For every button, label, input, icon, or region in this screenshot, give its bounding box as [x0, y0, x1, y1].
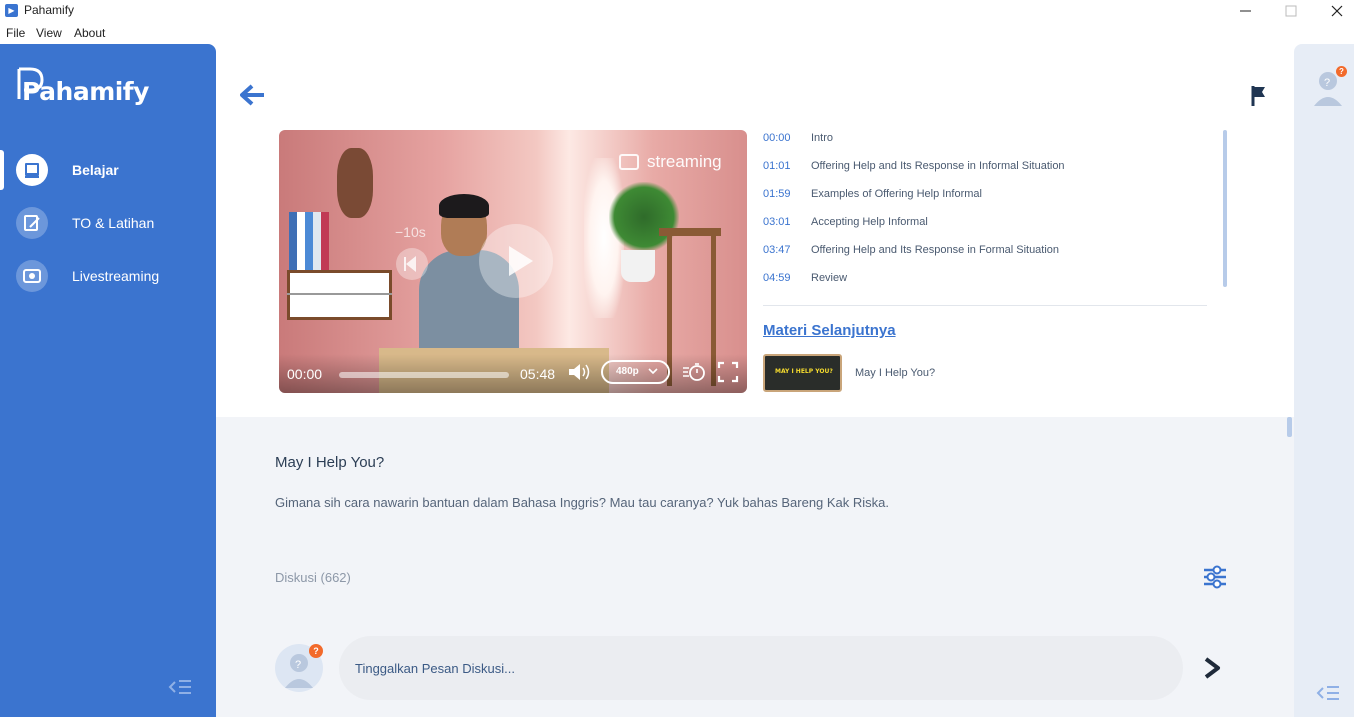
menu-file[interactable]: File	[6, 26, 25, 40]
video-frame	[621, 250, 655, 282]
video-frame	[289, 212, 329, 270]
edit-icon	[16, 207, 48, 239]
minimize-button[interactable]	[1222, 0, 1268, 22]
sidebar: Pahamify Belajar TO & Latihan Livestream…	[0, 44, 216, 717]
chapter-time: 03:01	[763, 216, 791, 228]
chapter-time: 00:00	[763, 132, 791, 144]
next-material-title[interactable]: May I Help You?	[855, 367, 935, 379]
chapter-time: 01:59	[763, 188, 791, 200]
cast-icon	[619, 154, 639, 170]
svg-text:?: ?	[295, 659, 301, 671]
chapter-time: 03:47	[763, 244, 791, 256]
sidebar-item-livestreaming[interactable]: Livestreaming	[0, 251, 216, 301]
discussion-count: Diskusi (662)	[275, 570, 351, 585]
collapse-right-icon[interactable]	[1316, 683, 1342, 708]
seek-bar[interactable]	[339, 372, 509, 378]
chapter-item[interactable]: 03:01 Accepting Help Informal	[763, 216, 1203, 236]
video-frame	[287, 270, 392, 320]
video-frame	[439, 194, 489, 218]
rewind-label: −10s	[395, 224, 426, 240]
quality-value: 480p	[616, 366, 639, 377]
speed-icon[interactable]	[682, 361, 708, 388]
main-scrollbar[interactable]	[1287, 417, 1292, 437]
window-title: Pahamify	[24, 3, 75, 17]
chapter-item[interactable]: 01:01 Offering Help and Its Response in …	[763, 160, 1203, 180]
app-icon: ▶	[5, 4, 18, 17]
fullscreen-icon[interactable]	[717, 361, 739, 388]
lesson-title: May I Help You?	[275, 454, 385, 471]
rewind-button[interactable]	[396, 248, 428, 280]
chapter-item[interactable]: 03:47 Offering Help and Its Response in …	[763, 244, 1203, 264]
video-frame	[337, 148, 373, 218]
streaming-label: streaming	[647, 152, 722, 171]
chapter-scrollbar[interactable]	[1223, 130, 1227, 287]
main-content: streaming −10s 00:00 05:48 480p 00:00 In…	[216, 44, 1294, 717]
back-arrow-icon[interactable]	[240, 84, 266, 111]
menu-about[interactable]: About	[74, 26, 105, 40]
lesson-description: Gimana sih cara nawarin bantuan dalam Ba…	[275, 495, 890, 510]
next-thumbnail[interactable]: MAY I HELP YOU?	[763, 354, 842, 392]
active-indicator	[0, 150, 4, 190]
chapter-item[interactable]: 01:59 Examples of Offering Help Informal	[763, 188, 1203, 208]
duration: 05:48	[520, 366, 556, 382]
chapter-time: 04:59	[763, 272, 791, 284]
chapter-item[interactable]: 00:00 Intro	[763, 132, 1203, 152]
video-frame	[659, 228, 721, 236]
sidebar-item-label: TO & Latihan	[72, 215, 155, 231]
svg-text:?: ?	[1324, 77, 1330, 89]
video-frame	[287, 293, 392, 295]
quality-select[interactable]: 480p	[601, 360, 670, 384]
current-time: 00:00	[287, 366, 323, 382]
chapter-item[interactable]: 04:59 Review	[763, 272, 1203, 292]
user-avatar: ? ?	[275, 644, 323, 692]
sidebar-item-label: Livestreaming	[72, 268, 160, 284]
chapter-label: Review	[811, 272, 848, 284]
chapter-label: Offering Help and Its Response in Formal…	[811, 244, 1060, 256]
send-icon[interactable]	[1202, 656, 1222, 685]
thumbnail-text: MAY I HELP YOU?	[775, 368, 833, 375]
discussion-input[interactable]	[339, 636, 1183, 700]
menu-view[interactable]: View	[36, 26, 62, 40]
filter-icon[interactable]	[1202, 564, 1228, 595]
live-icon	[16, 260, 48, 292]
chapter-label: Offering Help and Its Response in Inform…	[811, 160, 1065, 172]
profile-badge: ?	[1336, 66, 1347, 77]
menu-bar: File View About	[0, 23, 1354, 43]
book-icon	[16, 154, 48, 186]
play-icon	[509, 246, 533, 276]
divider	[763, 305, 1207, 306]
title-bar: ▶ Pahamify	[0, 0, 1354, 22]
chapter-label: Examples of Offering Help Informal	[811, 188, 982, 200]
sidebar-item-label: Belajar	[72, 162, 119, 178]
right-sidebar: ? ?	[1294, 44, 1354, 717]
chapter-label: Accepting Help Informal	[811, 216, 928, 228]
chevron-down-icon	[648, 368, 658, 375]
video-player[interactable]: streaming −10s 00:00 05:48 480p	[279, 130, 747, 393]
sidebar-item-to-latihan[interactable]: TO & Latihan	[0, 198, 216, 248]
close-button[interactable]	[1314, 0, 1354, 22]
avatar-badge: ?	[309, 644, 323, 658]
flag-icon[interactable]	[1250, 84, 1268, 113]
logo-text: Pahamify	[22, 77, 149, 106]
maximize-button[interactable]	[1268, 0, 1314, 22]
chapter-time: 01:01	[763, 160, 791, 172]
volume-icon[interactable]	[567, 361, 593, 388]
sidebar-item-belajar[interactable]: Belajar	[0, 145, 216, 195]
chapter-label: Intro	[811, 132, 834, 144]
next-material-link[interactable]: Materi Selanjutnya	[763, 322, 896, 339]
collapse-sidebar-icon[interactable]	[168, 677, 194, 702]
